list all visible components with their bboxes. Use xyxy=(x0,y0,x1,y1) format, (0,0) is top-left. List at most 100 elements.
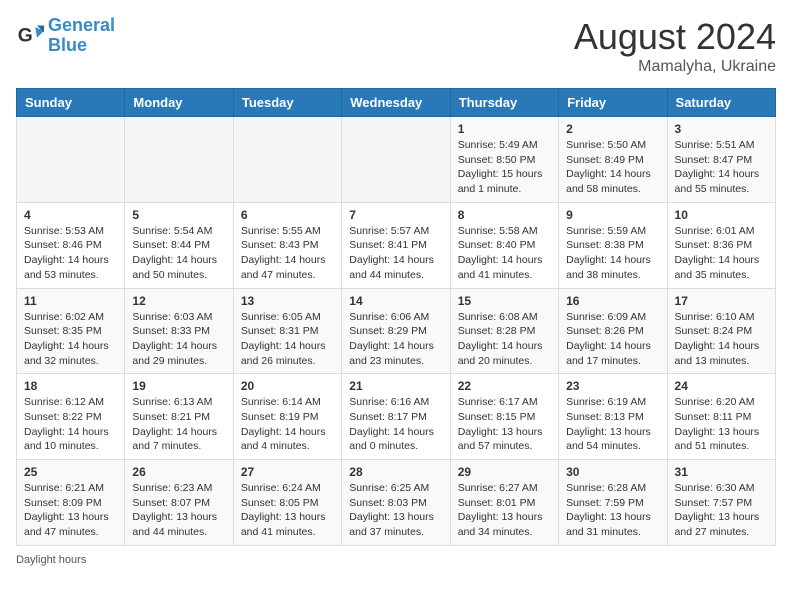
day-info: Sunrise: 6:13 AM Sunset: 8:21 PM Dayligh… xyxy=(132,395,225,454)
logo: G General Blue xyxy=(16,16,115,56)
calendar-cell: 12 Sunrise: 6:03 AM Sunset: 8:33 PM Dayli… xyxy=(125,288,233,374)
day-number: 17 xyxy=(675,294,768,308)
calendar-cell: 20 Sunrise: 6:14 AM Sunset: 8:19 PM Dayli… xyxy=(233,374,341,460)
calendar-cell: 15Sunrise: 6:08 AM Sunset: 8:28 PM Dayli… xyxy=(450,288,558,374)
calendar-cell: 8Sunrise: 5:58 AM Sunset: 8:40 PM Daylig… xyxy=(450,202,558,288)
day-info: Sunrise: 5:50 AM Sunset: 8:49 PM Dayligh… xyxy=(566,138,659,197)
calendar-week-row: 4Sunrise: 5:53 AM Sunset: 8:46 PM Daylig… xyxy=(17,202,776,288)
calendar-cell xyxy=(342,117,450,203)
day-info: Sunrise: 6:17 AM Sunset: 8:15 PM Dayligh… xyxy=(458,395,551,454)
calendar-day-header: Monday xyxy=(125,89,233,117)
footer-note: Daylight hours xyxy=(16,554,776,566)
subtitle: Mamalyha, Ukraine xyxy=(574,58,776,76)
calendar-week-row: 11 Sunrise: 6:02 AM Sunset: 8:35 PM Dayli… xyxy=(17,288,776,374)
day-info: Sunrise: 6:06 AM Sunset: 8:29 PM Dayligh… xyxy=(349,310,442,369)
calendar-cell xyxy=(17,117,125,203)
calendar-week-row: 1Sunrise: 5:49 AM Sunset: 8:50 PM Daylig… xyxy=(17,117,776,203)
day-number: 25 xyxy=(24,465,117,479)
day-info: Sunrise: 6:12 AM Sunset: 8:22 PM Dayligh… xyxy=(24,395,117,454)
calendar-cell: 6Sunrise: 5:55 AM Sunset: 8:43 PM Daylig… xyxy=(233,202,341,288)
day-number: 7 xyxy=(349,208,442,222)
day-number: 22 xyxy=(458,379,551,393)
day-info: Sunrise: 6:24 AM Sunset: 8:05 PM Dayligh… xyxy=(241,481,334,540)
calendar-cell: 5 Sunrise: 5:54 AM Sunset: 8:44 PM Daylig… xyxy=(125,202,233,288)
day-info: Sunrise: 6:23 AM Sunset: 8:07 PM Dayligh… xyxy=(132,481,225,540)
calendar-cell: 11 Sunrise: 6:02 AM Sunset: 8:35 PM Dayli… xyxy=(17,288,125,374)
calendar-cell: 29Sunrise: 6:27 AM Sunset: 8:01 PM Dayli… xyxy=(450,460,558,546)
calendar-cell: 7 Sunrise: 5:57 AM Sunset: 8:41 PM Daylig… xyxy=(342,202,450,288)
calendar-day-header: Saturday xyxy=(667,89,775,117)
day-info: Sunrise: 5:51 AM Sunset: 8:47 PM Dayligh… xyxy=(675,138,768,197)
day-number: 21 xyxy=(349,379,442,393)
calendar: SundayMondayTuesdayWednesdayThursdayFrid… xyxy=(16,88,776,546)
day-info: Sunrise: 6:21 AM Sunset: 8:09 PM Dayligh… xyxy=(24,481,117,540)
day-info: Sunrise: 5:54 AM Sunset: 8:44 PM Dayligh… xyxy=(132,224,225,283)
day-number: 3 xyxy=(675,122,768,136)
calendar-cell: 17 Sunrise: 6:10 AM Sunset: 8:24 PM Dayli… xyxy=(667,288,775,374)
day-info: Sunrise: 6:02 AM Sunset: 8:35 PM Dayligh… xyxy=(24,310,117,369)
logo-line2: Blue xyxy=(48,35,87,55)
day-number: 24 xyxy=(675,379,768,393)
calendar-cell: 23Sunrise: 6:19 AM Sunset: 8:13 PM Dayli… xyxy=(559,374,667,460)
day-info: Sunrise: 6:25 AM Sunset: 8:03 PM Dayligh… xyxy=(349,481,442,540)
day-info: Sunrise: 6:03 AM Sunset: 8:33 PM Dayligh… xyxy=(132,310,225,369)
calendar-cell: 1Sunrise: 5:49 AM Sunset: 8:50 PM Daylig… xyxy=(450,117,558,203)
calendar-cell: 4Sunrise: 5:53 AM Sunset: 8:46 PM Daylig… xyxy=(17,202,125,288)
day-info: Sunrise: 5:57 AM Sunset: 8:41 PM Dayligh… xyxy=(349,224,442,283)
day-number: 15 xyxy=(458,294,551,308)
calendar-cell: 31 Sunrise: 6:30 AM Sunset: 7:57 PM Dayli… xyxy=(667,460,775,546)
day-number: 18 xyxy=(24,379,117,393)
day-info: Sunrise: 6:20 AM Sunset: 8:11 PM Dayligh… xyxy=(675,395,768,454)
day-number: 9 xyxy=(566,208,659,222)
logo-text: General Blue xyxy=(48,16,115,56)
day-number: 13 xyxy=(241,294,334,308)
calendar-cell: 27Sunrise: 6:24 AM Sunset: 8:05 PM Dayli… xyxy=(233,460,341,546)
day-info: Sunrise: 6:30 AM Sunset: 7:57 PM Dayligh… xyxy=(675,481,768,540)
day-number: 31 xyxy=(675,465,768,479)
day-number: 26 xyxy=(132,465,225,479)
day-number: 19 xyxy=(132,379,225,393)
day-info: Sunrise: 6:09 AM Sunset: 8:26 PM Dayligh… xyxy=(566,310,659,369)
day-number: 20 xyxy=(241,379,334,393)
day-info: Sunrise: 6:10 AM Sunset: 8:24 PM Dayligh… xyxy=(675,310,768,369)
day-info: Sunrise: 6:01 AM Sunset: 8:36 PM Dayligh… xyxy=(675,224,768,283)
main-title: August 2024 xyxy=(574,16,776,58)
calendar-cell: 25 Sunrise: 6:21 AM Sunset: 8:09 PM Dayli… xyxy=(17,460,125,546)
day-info: Sunrise: 6:14 AM Sunset: 8:19 PM Dayligh… xyxy=(241,395,334,454)
day-number: 12 xyxy=(132,294,225,308)
calendar-cell: 9 Sunrise: 5:59 AM Sunset: 8:38 PM Daylig… xyxy=(559,202,667,288)
day-number: 11 xyxy=(24,294,117,308)
day-info: Sunrise: 5:59 AM Sunset: 8:38 PM Dayligh… xyxy=(566,224,659,283)
calendar-week-row: 25 Sunrise: 6:21 AM Sunset: 8:09 PM Dayli… xyxy=(17,460,776,546)
calendar-day-header: Wednesday xyxy=(342,89,450,117)
calendar-day-header: Sunday xyxy=(17,89,125,117)
day-info: Sunrise: 6:05 AM Sunset: 8:31 PM Dayligh… xyxy=(241,310,334,369)
day-info: Sunrise: 6:16 AM Sunset: 8:17 PM Dayligh… xyxy=(349,395,442,454)
calendar-cell: 22 Sunrise: 6:17 AM Sunset: 8:15 PM Dayli… xyxy=(450,374,558,460)
calendar-cell: 28 Sunrise: 6:25 AM Sunset: 8:03 PM Dayli… xyxy=(342,460,450,546)
day-number: 1 xyxy=(458,122,551,136)
calendar-day-header: Tuesday xyxy=(233,89,341,117)
footer-text: Daylight hours xyxy=(16,554,86,566)
day-info: Sunrise: 5:55 AM Sunset: 8:43 PM Dayligh… xyxy=(241,224,334,283)
day-number: 28 xyxy=(349,465,442,479)
day-number: 23 xyxy=(566,379,659,393)
svg-text:G: G xyxy=(18,25,33,46)
calendar-cell: 16Sunrise: 6:09 AM Sunset: 8:26 PM Dayli… xyxy=(559,288,667,374)
calendar-cell: 3 Sunrise: 5:51 AM Sunset: 8:47 PM Daylig… xyxy=(667,117,775,203)
logo-line1: General xyxy=(48,15,115,35)
calendar-cell: 14 Sunrise: 6:06 AM Sunset: 8:29 PM Dayli… xyxy=(342,288,450,374)
calendar-cell: 10Sunrise: 6:01 AM Sunset: 8:36 PM Dayli… xyxy=(667,202,775,288)
day-number: 4 xyxy=(24,208,117,222)
day-number: 2 xyxy=(566,122,659,136)
calendar-cell: 30Sunrise: 6:28 AM Sunset: 7:59 PM Dayli… xyxy=(559,460,667,546)
day-number: 14 xyxy=(349,294,442,308)
calendar-cell: 13 Sunrise: 6:05 AM Sunset: 8:31 PM Dayli… xyxy=(233,288,341,374)
title-block: August 2024 Mamalyha, Ukraine xyxy=(574,16,776,76)
day-number: 5 xyxy=(132,208,225,222)
calendar-header-row: SundayMondayTuesdayWednesdayThursdayFrid… xyxy=(17,89,776,117)
calendar-cell: 24 Sunrise: 6:20 AM Sunset: 8:11 PM Dayli… xyxy=(667,374,775,460)
day-number: 30 xyxy=(566,465,659,479)
day-number: 8 xyxy=(458,208,551,222)
calendar-cell: 26 Sunrise: 6:23 AM Sunset: 8:07 PM Dayli… xyxy=(125,460,233,546)
